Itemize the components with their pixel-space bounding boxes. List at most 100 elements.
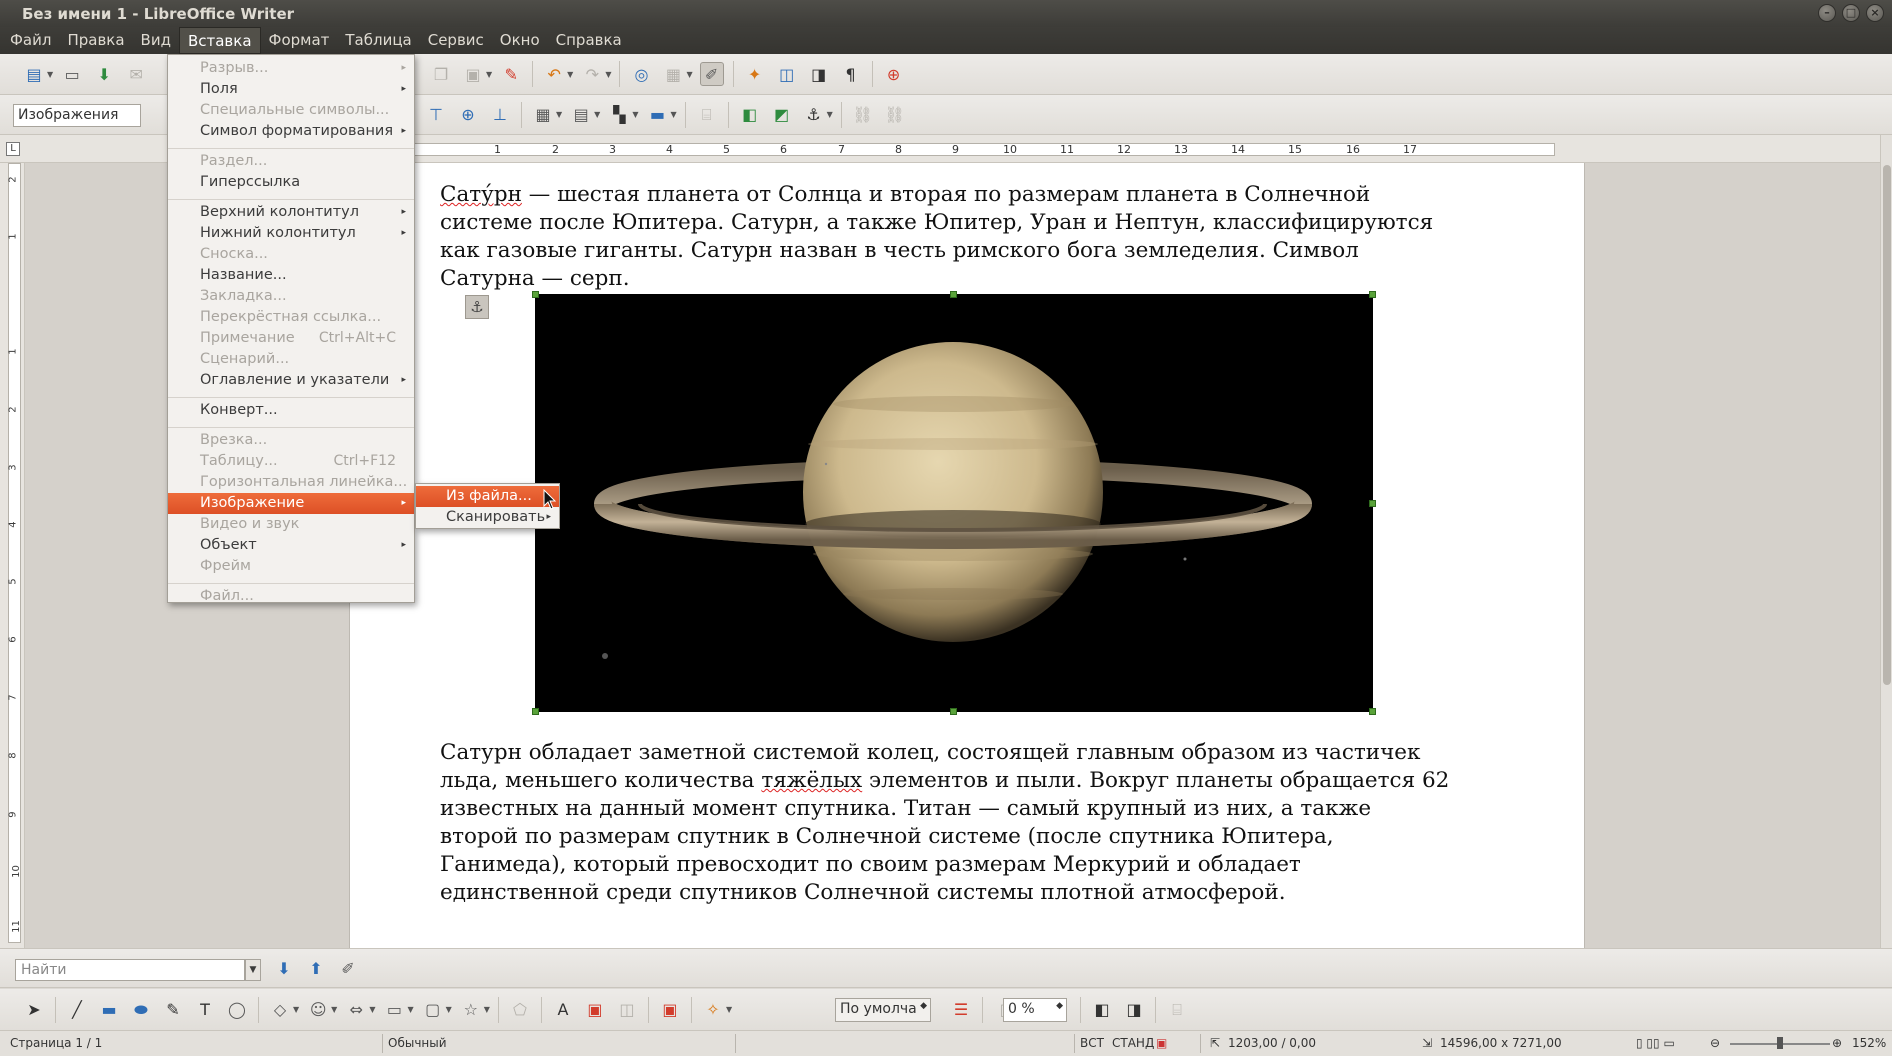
menu-item-break[interactable]: Разрыв... ▸ [168,58,414,79]
find-next-icon[interactable]: ⬇ [272,956,296,980]
text-icon[interactable]: T [193,998,217,1022]
menu-item-bookmark[interactable]: Закладка... [168,286,414,307]
zoom-level[interactable]: 152% [1852,1036,1886,1050]
position-combo[interactable]: По умолча ◆ [835,998,931,1022]
menu-table[interactable]: Таблица [337,27,419,54]
navigator-icon[interactable]: ◫ [775,62,799,86]
document-paragraph-1[interactable]: Сату́рн — шестая планета от Солнца и вто… [440,181,1450,293]
scrollbar-thumb[interactable] [1883,165,1891,685]
image-anchor-icon[interactable]: ⚓ [465,295,489,319]
align-bottom-icon[interactable]: ⊥ [488,103,512,127]
tab-stop-selector[interactable]: L [6,142,20,156]
align-top-icon[interactable]: ⊤ [424,103,448,127]
rectangle-icon[interactable]: ▬ [97,998,121,1022]
clone-formatting-icon[interactable]: ✎ [499,62,523,86]
zoom-out-icon[interactable]: ⊖ [1710,1036,1720,1050]
menu-format[interactable]: Формат [261,27,338,54]
vertical-ruler[interactable]: 2 1 1 2 3 4 5 6 7 8 9 10 11 [0,163,25,948]
menu-item-floating-frame[interactable]: Фрейм [168,556,414,577]
find-replace-dialog-icon[interactable]: ✐ [336,956,360,980]
menu-item-media[interactable]: Видео и звук [168,514,414,535]
line-style-icon[interactable]: ▤ [569,103,593,127]
frame-icon[interactable]: ⌸ [1165,998,1189,1022]
block-arrows-icon[interactable]: ⇔ [344,998,368,1022]
copy-icon[interactable]: ❐ [429,62,453,86]
menu-item-horizontal-line[interactable]: Горизонтальная линейка... [168,472,414,493]
new-document-icon[interactable]: ▤ [22,62,46,86]
paragraph-style-combo[interactable]: Изображения [13,104,141,127]
vertical-scrollbar[interactable] [1880,135,1892,948]
menu-item-object[interactable]: Объект ▸ [168,535,414,556]
help-icon[interactable]: ⊕ [882,62,906,86]
background-color-icon[interactable]: ▬ [645,103,669,127]
from-file-icon[interactable]: ▣ [583,998,607,1022]
menu-file[interactable]: Файл [2,27,59,54]
show-draw-functions-icon[interactable]: ✐ [699,62,724,86]
align-center-icon[interactable]: ⊕ [456,103,480,127]
document-paragraph-2[interactable]: Сатурн обладает заметной системой колец,… [440,739,1450,907]
resize-handle-tl[interactable] [532,291,539,298]
menu-item-footnote[interactable]: Сноска... [168,244,414,265]
bring-forward-icon[interactable]: ◧ [1090,998,1114,1022]
menu-item-comment[interactable]: Примечание Ctrl+Alt+C [168,328,414,349]
points-icon[interactable]: ⬠ [508,998,532,1022]
close-button[interactable]: × [1866,4,1884,22]
frame-properties-icon[interactable]: ⌸ [695,103,719,127]
zoom-slider-thumb[interactable] [1777,1037,1783,1049]
menu-item-image[interactable]: Изображение ▸ [168,493,414,514]
unlink-frames-icon[interactable]: ⛓ [883,103,907,127]
line-spacing-icon[interactable]: ☰ [949,998,973,1022]
formatting-marks-icon[interactable]: ¶ [839,62,863,86]
menu-insert[interactable]: Вставка [178,27,261,54]
resize-handle-r[interactable] [1369,500,1376,507]
send-to-back-icon[interactable]: ◩ [770,103,794,127]
menu-item-table[interactable]: Таблицу... Ctrl+F12 [168,451,414,472]
border-color-icon[interactable]: ▚ [607,103,631,127]
menu-item-special-character[interactable]: Специальные символы... [168,100,414,121]
resize-handle-br[interactable] [1369,708,1376,715]
misspelled-word[interactable]: тяжёлых [761,768,862,793]
select-arrow-icon[interactable]: ➤ [22,998,46,1022]
find-replace-icon[interactable]: ✦ [743,62,767,86]
undo-icon[interactable]: ↶ [542,62,566,86]
anchor-icon[interactable]: ⚓ [802,103,826,127]
menu-edit[interactable]: Правка [59,27,132,54]
view-layout-icons[interactable]: ▯ ▯▯ ▭ [1636,1036,1675,1050]
menu-item-frame-insert[interactable]: Врезка... [168,430,414,451]
flowchart-icon[interactable]: ▭ [382,998,406,1022]
maximize-button[interactable]: □ [1842,4,1860,22]
menu-item-envelope[interactable]: Конверт... [168,400,414,421]
image-filter-icon[interactable]: ▣ [658,998,682,1022]
menu-item-fields[interactable]: Поля ▸ [168,79,414,100]
menu-item-caption[interactable]: Название... [168,265,414,286]
save-icon[interactable]: ⬇ [92,62,116,86]
fontwork-icon[interactable]: A [551,998,575,1022]
menu-item-file[interactable]: Файл... [168,586,414,607]
resize-handle-tr[interactable] [1369,291,1376,298]
stars-icon[interactable]: ☆ [459,998,483,1022]
menu-tools[interactable]: Сервис [420,27,492,54]
find-history-dropdown[interactable]: ▼ [245,959,261,981]
transparency-percent-input[interactable]: 0 % ◆ [1003,998,1067,1022]
paste-icon[interactable]: ▣ [461,62,485,86]
menu-item-cross-reference[interactable]: Перекрёстная ссылка... [168,307,414,328]
resize-handle-bl[interactable] [532,708,539,715]
extrusion-icon[interactable]: ◫ [615,998,639,1022]
gallery-icon[interactable]: ◨ [807,62,831,86]
menu-view[interactable]: Вид [133,27,179,54]
page-style[interactable]: Обычный [388,1036,447,1050]
menu-item-indexes-tables[interactable]: Оглавление и указатели ▸ [168,370,414,391]
line-icon[interactable]: ╱ [65,998,89,1022]
zoom-in-icon[interactable]: ⊕ [1832,1036,1842,1050]
callouts-icon[interactable]: ▢ [421,998,445,1022]
ellipse-icon[interactable]: ⬬ [129,998,153,1022]
saturn-image[interactable] [535,294,1373,712]
menu-item-formatting-mark[interactable]: Символ форматирования ▸ [168,121,414,142]
wand-icon[interactable]: ✧ [701,998,725,1022]
menu-window[interactable]: Окно [492,27,548,54]
callout-icon[interactable]: ◯ [225,998,249,1022]
find-previous-icon[interactable]: ⬆ [304,956,328,980]
link-frames-icon[interactable]: ⛓ [851,103,875,127]
resize-handle-b[interactable] [950,708,957,715]
menu-item-hyperlink[interactable]: Гиперссылка [168,172,414,193]
